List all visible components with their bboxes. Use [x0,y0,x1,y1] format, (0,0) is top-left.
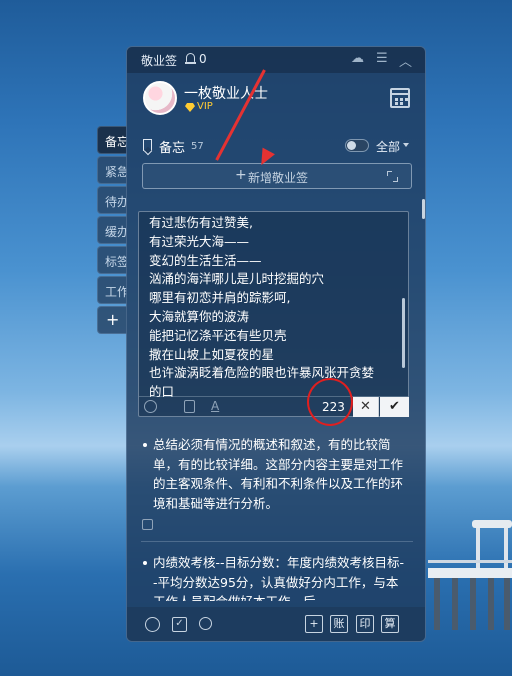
annotation-circle [307,378,353,426]
note-lock-icon[interactable] [142,519,153,530]
note-item[interactable]: 内绩效考核--目标分数：年度内绩效考核目标--平均分数达95分，认真做好分内工作… [139,553,407,601]
memo-editor: 有过悲伤有过赞美, 有过荣光大海—— 变幻的生活生活—— 汹涌的海洋哪儿是儿时挖… [138,211,409,417]
side-tab-work[interactable]: 工作 [97,276,127,304]
notification-count: 0 [199,52,207,66]
caret-down-icon[interactable] [403,143,409,147]
confirm-button[interactable]: ✔ [380,397,409,417]
title-bar[interactable]: 敬业签 0 ☁ ☰ ︿ [127,47,425,73]
note-text: 总结必须有情况的概述和叙述，有的比较简单，有的比较详细。这部分内容主要是对工作的… [153,437,404,511]
app-title: 敬业签 [141,54,178,68]
calc-button[interactable]: 算 [381,615,399,633]
divider [141,541,413,542]
print-button[interactable]: 印 [356,615,374,633]
search-icon[interactable] [199,617,212,630]
side-tab-todo[interactable]: 待办 [97,186,127,214]
clock-icon[interactable] [145,617,160,632]
app-panel: 敬业签 0 ☁ ☰ ︿ 一枚敬业人士 VIP 备忘 57 全部 + 新增敬业签 … [126,46,426,642]
cloud-icon[interactable]: ☁ [351,51,364,66]
memo-header: 备忘 57 全部 [141,137,413,156]
note-text: 内绩效考核--目标分数：年度内绩效考核目标--平均分数达95分，认真做好分内工作… [153,555,405,601]
view-toggle[interactable] [345,139,369,152]
add-memo-label: 新增敬业签 [248,171,309,185]
memo-label: 备忘 [159,141,186,156]
side-tab-tags[interactable]: 标签 [97,246,127,274]
vip-badge: VIP [197,101,213,112]
filter-dropdown[interactable]: 全部 [376,138,400,155]
chevron-up-icon[interactable]: ︿ [399,51,412,70]
side-tabs: 备忘 紧急 待办 缓办 标签 工作 + [97,126,127,336]
calendar-icon[interactable] [390,88,410,108]
plus-icon: + [235,167,247,183]
menu-icon[interactable]: ☰ [376,51,388,66]
pier-scenery [428,520,512,630]
bookmark-icon [143,139,152,151]
lock-icon[interactable] [184,400,195,413]
editor-toolbar: A 223 ✕ ✔ [139,396,409,417]
vip-diamond-icon [185,103,195,112]
ledger-button[interactable]: 账 [330,615,348,633]
bottom-toolbar: ✓ + 账 印 算 [127,607,425,641]
add-memo-button[interactable]: + 新增敬业签 [142,163,412,189]
expand-icon[interactable] [387,171,398,182]
bell-icon[interactable] [185,53,196,65]
text-format-icon[interactable]: A [211,399,219,413]
checklist-icon[interactable]: ✓ [172,617,187,632]
panel-scrollbar[interactable] [422,199,425,219]
side-tab-memo[interactable]: 备忘 [97,126,127,154]
add-tab-button[interactable]: + [97,306,127,334]
cancel-button[interactable]: ✕ [353,397,379,417]
avatar[interactable] [143,81,177,115]
reminder-clock-icon[interactable] [144,400,157,413]
editor-scrollbar[interactable] [402,298,405,368]
memo-editor-textarea[interactable]: 有过悲伤有过赞美, 有过荣光大海—— 变幻的生活生活—— 汹涌的海洋哪儿是儿时挖… [149,214,399,402]
add-icon[interactable]: + [305,615,323,633]
side-tab-deferred[interactable]: 缓办 [97,216,127,244]
note-item[interactable]: 总结必须有情况的概述和叙述，有的比较简单，有的比较详细。这部分内容主要是对工作的… [139,435,407,513]
memo-count: 57 [191,141,204,152]
side-tab-urgent[interactable]: 紧急 [97,156,127,184]
